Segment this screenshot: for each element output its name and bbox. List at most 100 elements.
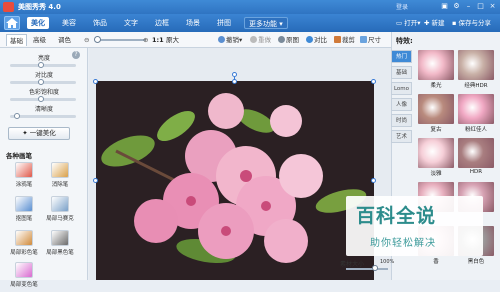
subtab-basic[interactable]: 基础 bbox=[6, 34, 27, 46]
effect-label: 粉红佳人 bbox=[464, 127, 487, 133]
compare-button[interactable]: 对比 bbox=[306, 35, 327, 45]
effect-tab-lomo[interactable]: Lomo bbox=[391, 82, 412, 95]
tab-collage[interactable]: 拼图 bbox=[213, 17, 235, 29]
save-share-button[interactable]: ▪ 保存与分享 bbox=[452, 17, 491, 29]
new-label: 新建 bbox=[431, 19, 445, 27]
subtab-color[interactable]: 调色 bbox=[55, 34, 74, 46]
material-size-value: 100% bbox=[380, 259, 395, 265]
material-size-knob[interactable] bbox=[372, 265, 378, 271]
effect-label: 香 bbox=[433, 259, 439, 265]
effect-thumb[interactable] bbox=[458, 50, 494, 80]
resize-label: 尺寸 bbox=[368, 36, 381, 44]
brush-icon bbox=[51, 196, 69, 212]
tab-text[interactable]: 文字 bbox=[120, 17, 142, 29]
material-size-slider[interactable] bbox=[346, 268, 388, 270]
effect-tab-hot[interactable]: 热门 bbox=[391, 50, 412, 63]
redo-button[interactable]: 重做 bbox=[250, 35, 271, 45]
effect-label: HDR bbox=[469, 169, 483, 175]
brightness-label: 亮度 bbox=[37, 55, 50, 62]
home-button[interactable] bbox=[4, 16, 20, 30]
resize-icon bbox=[360, 36, 367, 43]
skin-icon[interactable]: ▣ bbox=[440, 2, 449, 11]
tab-decor[interactable]: 饰品 bbox=[89, 17, 111, 29]
original-button[interactable]: 原图 bbox=[278, 35, 299, 45]
wand-icon: ✦ bbox=[22, 129, 28, 137]
effect-label: 复古 bbox=[430, 127, 442, 133]
open-button[interactable]: ▭ 打开▾ bbox=[396, 17, 421, 29]
new-button[interactable]: ✚ 新建 bbox=[424, 17, 445, 29]
close-icon[interactable]: × bbox=[488, 2, 497, 11]
brush-label: 局部马赛克 bbox=[46, 216, 74, 222]
brush-6[interactable]: 局部变色笔 bbox=[6, 262, 42, 292]
brush-0[interactable]: 涂鸦笔 bbox=[6, 162, 42, 192]
effect-tab-portrait[interactable]: 人像 bbox=[391, 98, 412, 111]
brightness-knob[interactable] bbox=[38, 62, 44, 68]
brush-5[interactable]: 局部黑色笔 bbox=[42, 230, 78, 260]
effect-thumb[interactable] bbox=[418, 50, 454, 80]
photo-canvas[interactable] bbox=[96, 81, 374, 280]
effect-tab-art[interactable]: 艺术 bbox=[391, 130, 412, 143]
effect-thumb[interactable] bbox=[418, 94, 454, 124]
app-title: 美图秀秀 4.0 bbox=[18, 3, 61, 11]
effect-label: 经典HDR bbox=[464, 83, 488, 89]
tab-more-label: 更多功能 bbox=[249, 20, 277, 28]
tab-more[interactable]: 更多功能 ▾ bbox=[244, 17, 288, 29]
sharpness-label: 清晰度 bbox=[34, 106, 53, 113]
effect-preview bbox=[418, 50, 454, 80]
brush-2[interactable]: 抠图笔 bbox=[6, 196, 42, 226]
sharpness-knob[interactable] bbox=[14, 113, 20, 119]
brush-icon bbox=[15, 262, 33, 278]
zoom-original-button[interactable]: 原大 bbox=[166, 36, 179, 44]
zoom-slider-knob[interactable] bbox=[94, 36, 101, 43]
tab-border[interactable]: 边框 bbox=[151, 17, 173, 29]
brush-1[interactable]: 消除笔 bbox=[42, 162, 78, 192]
undo-button[interactable]: 撤销▾ bbox=[218, 35, 242, 45]
resize-handle-tr[interactable] bbox=[371, 79, 376, 84]
effect-preview bbox=[418, 94, 454, 124]
crop-button[interactable]: 裁剪 bbox=[334, 35, 355, 45]
redo-label: 重做 bbox=[258, 36, 271, 44]
zoom-out-icon[interactable]: ⊖ bbox=[84, 36, 89, 44]
app-icon bbox=[3, 2, 14, 12]
watermark-overlay: 百科全说 助你轻松解决 bbox=[346, 196, 483, 256]
brush-icon bbox=[51, 162, 69, 178]
maximize-icon[interactable]: □ bbox=[476, 2, 485, 11]
brush-4[interactable]: 局部彩色笔 bbox=[6, 230, 42, 260]
one-key-beautify-button[interactable]: ✦ 一键美化 bbox=[8, 127, 70, 140]
tab-beautify[interactable]: 美化 bbox=[27, 17, 49, 29]
saturation-label: 色彩饱和度 bbox=[28, 89, 59, 96]
resize-handle-right[interactable] bbox=[371, 178, 376, 183]
effect-tab-fashion[interactable]: 时尚 bbox=[391, 114, 412, 127]
effect-label: 黑白色 bbox=[467, 259, 485, 265]
zoom-in-icon[interactable]: ⊕ bbox=[143, 36, 148, 44]
zoom-1to1-button[interactable]: 1:1 bbox=[152, 36, 164, 44]
tab-scene[interactable]: 场景 bbox=[182, 17, 204, 29]
brush-3[interactable]: 局部马赛克 bbox=[42, 196, 78, 226]
contrast-knob[interactable] bbox=[38, 79, 44, 85]
compare-icon bbox=[306, 36, 313, 43]
effect-tab-basic[interactable]: 基础 bbox=[391, 66, 412, 79]
resize-handle-left[interactable] bbox=[93, 178, 98, 183]
resize-handle-tl[interactable] bbox=[93, 79, 98, 84]
resize-handle-top[interactable] bbox=[232, 79, 237, 84]
tab-makeup[interactable]: 美容 bbox=[58, 17, 80, 29]
brush-icon bbox=[15, 162, 33, 178]
one-key-label: 一键美化 bbox=[29, 129, 56, 137]
save-share-label: 保存与分享 bbox=[458, 19, 491, 27]
effect-thumb[interactable] bbox=[418, 138, 454, 168]
brush-label: 抠图笔 bbox=[15, 216, 33, 222]
login-link[interactable]: 登录 bbox=[396, 2, 408, 11]
effect-thumb[interactable] bbox=[458, 138, 494, 168]
original-icon bbox=[278, 36, 285, 43]
zoom-slider-track[interactable] bbox=[95, 39, 145, 41]
saturation-knob[interactable] bbox=[38, 96, 44, 102]
resize-button[interactable]: 尺寸 bbox=[360, 35, 381, 45]
brush-label: 局部彩色笔 bbox=[10, 250, 38, 256]
compare-label: 对比 bbox=[314, 36, 327, 44]
minimize-icon[interactable]: – bbox=[464, 2, 473, 11]
contrast-label: 对比度 bbox=[34, 72, 53, 79]
subtab-advanced[interactable]: 高级 bbox=[30, 34, 49, 46]
settings-icon[interactable]: ⚙ bbox=[452, 2, 461, 11]
watermark-line1: 百科全说 bbox=[356, 205, 437, 227]
effect-thumb[interactable] bbox=[458, 94, 494, 124]
